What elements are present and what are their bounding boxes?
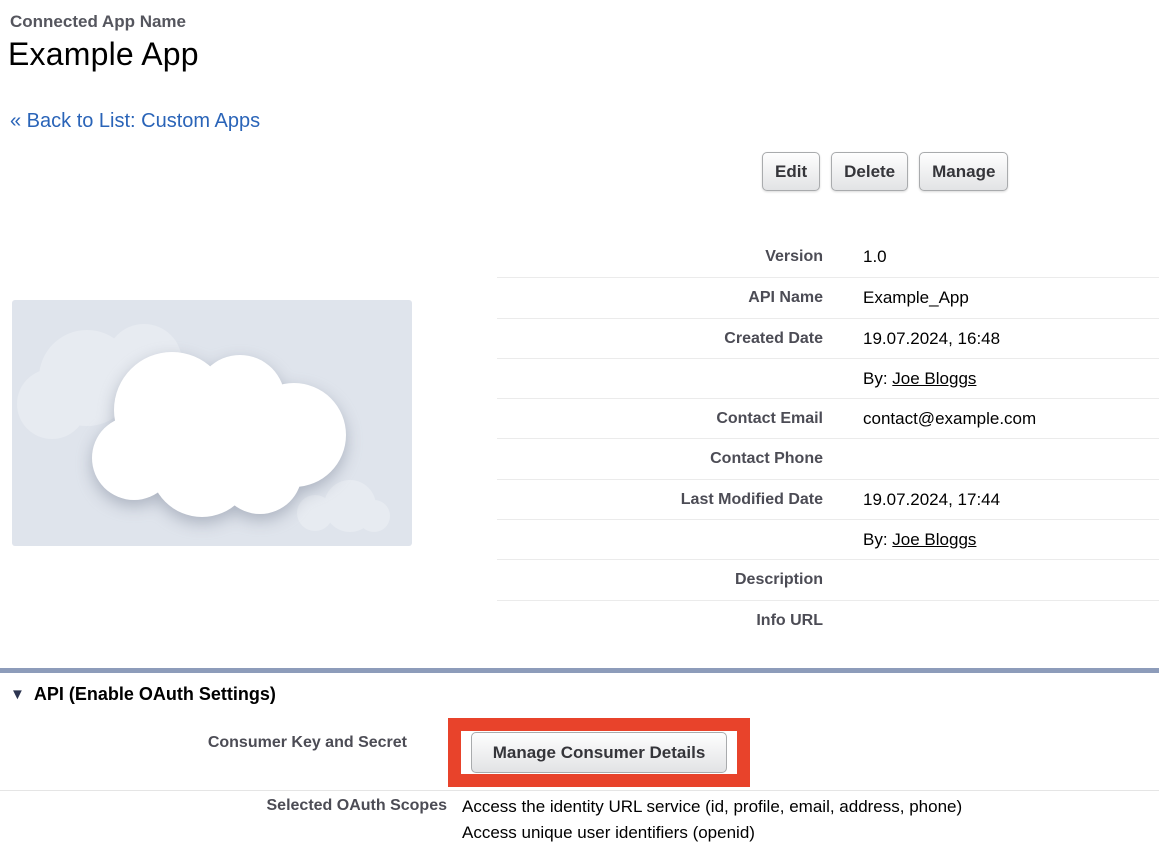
field-value: By: Joe Bloggs — [863, 359, 976, 398]
field-value: 19.07.2024, 16:48 — [863, 319, 1000, 358]
collapse-section-icon[interactable]: ▼ — [10, 686, 25, 703]
record-type-label: Connected App Name — [10, 12, 186, 32]
detail-row-info-url: Info URL — [497, 600, 1159, 640]
oauth-section-title: API (Enable OAuth Settings) — [34, 684, 276, 705]
field-label: Info URL — [497, 601, 823, 640]
field-value: 1.0 — [863, 237, 887, 277]
consumer-key-secret-label: Consumer Key and Secret — [0, 733, 407, 753]
edit-button[interactable]: Edit — [762, 152, 820, 191]
by-prefix: By: — [863, 369, 892, 388]
annotation-highlight-box: Manage Consumer Details — [448, 718, 750, 787]
oauth-scope-item: Access unique user identifiers (openid) — [462, 820, 962, 846]
manage-consumer-details-button[interactable]: Manage Consumer Details — [471, 732, 728, 773]
row-separator-line — [0, 790, 1159, 791]
field-label: Contact Phone — [497, 439, 823, 478]
field-label: Version — [497, 237, 823, 277]
cloud-illustration — [12, 300, 412, 546]
page-title: Example App — [8, 36, 199, 73]
detail-row-version: Version 1.0 — [497, 237, 1159, 277]
detail-row-contact-email: Contact Email contact@example.com — [497, 398, 1159, 438]
field-label: Last Modified Date — [497, 480, 823, 519]
detail-row-last-modified-date: Last Modified Date 19.07.2024, 17:44 — [497, 479, 1159, 519]
field-label: API Name — [497, 278, 823, 317]
field-value: contact@example.com — [863, 399, 1036, 438]
selected-oauth-scopes-label: Selected OAuth Scopes — [0, 797, 447, 815]
record-action-toolbar: Edit Delete Manage — [762, 152, 1008, 191]
connected-app-detail-page: Connected App Name Example App « Back to… — [0, 0, 1159, 848]
manage-button[interactable]: Manage — [919, 152, 1008, 191]
created-by-user-link[interactable]: Joe Bloggs — [892, 369, 976, 388]
field-label: Contact Email — [497, 399, 823, 438]
back-to-list-link[interactable]: « Back to List: Custom Apps — [10, 110, 260, 133]
app-logo-cloud-image — [12, 300, 412, 546]
field-label — [497, 359, 823, 398]
field-value: Example_App — [863, 278, 969, 317]
selected-oauth-scopes-values: Access the identity URL service (id, pro… — [462, 794, 962, 846]
by-prefix: By: — [863, 530, 892, 549]
detail-field-table: Version 1.0 API Name Example_App Created… — [497, 237, 1159, 640]
field-value: By: Joe Bloggs — [863, 520, 976, 559]
field-label: Description — [497, 560, 823, 599]
detail-row-created-date: Created Date 19.07.2024, 16:48 — [497, 318, 1159, 358]
detail-row-api-name: API Name Example_App — [497, 277, 1159, 317]
oauth-section-header: ▼ API (Enable OAuth Settings) — [10, 684, 276, 705]
field-label: Created Date — [497, 319, 823, 358]
detail-row-created-by: By: Joe Bloggs — [497, 358, 1159, 398]
detail-row-contact-phone: Contact Phone — [497, 438, 1159, 478]
field-value: 19.07.2024, 17:44 — [863, 480, 1000, 519]
detail-row-modified-by: By: Joe Bloggs — [497, 519, 1159, 559]
modified-by-user-link[interactable]: Joe Bloggs — [892, 530, 976, 549]
field-label — [497, 520, 823, 559]
section-divider-bar — [0, 668, 1159, 673]
detail-row-description: Description — [497, 559, 1159, 599]
delete-button[interactable]: Delete — [831, 152, 908, 191]
oauth-scope-item: Access the identity URL service (id, pro… — [462, 794, 962, 820]
